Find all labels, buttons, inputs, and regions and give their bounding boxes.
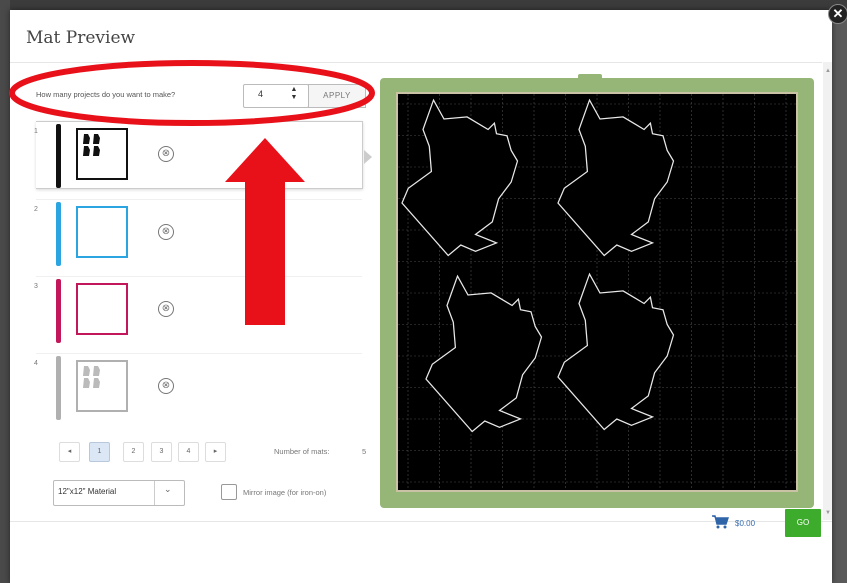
quantity-stepper-icon[interactable]: ▲ ▼ — [288, 86, 300, 104]
mat-row-2[interactable]: 2 ⊗ — [34, 199, 362, 266]
mat-thumbnail[interactable] — [76, 128, 128, 180]
number-of-mats-label: Number of mats: — [274, 447, 330, 456]
mat-row-1[interactable]: 1 ⊗ — [34, 121, 363, 189]
cut-settings-icon[interactable]: ⊗ — [158, 378, 174, 394]
mat-color-swatch — [56, 124, 61, 188]
project-quantity-value[interactable]: 4 — [258, 89, 263, 99]
mat-preview-svg — [398, 94, 796, 490]
mat-thumbnail[interactable] — [76, 360, 128, 412]
fox-cut-shape-3 — [425, 274, 543, 433]
fox-cut-shape-2 — [557, 98, 675, 257]
mat-color-swatch — [56, 279, 61, 343]
cut-settings-icon[interactable]: ⊗ — [158, 224, 174, 240]
header-divider — [10, 62, 822, 63]
mat-row-3[interactable]: 3 ⊗ — [34, 276, 362, 343]
project-quantity-label: How many projects do you want to make? — [36, 90, 176, 99]
mat-row-number: 1 — [34, 128, 38, 135]
material-size-value[interactable]: 12"x12" Material — [58, 487, 116, 496]
mirror-image-label[interactable]: Mirror image (for iron-on) — [243, 488, 326, 497]
apply-button[interactable]: APPLY — [308, 84, 366, 108]
pagination-page-3[interactable]: 3 — [151, 442, 172, 462]
mat-thumbnail[interactable] — [76, 206, 128, 258]
cut-settings-icon[interactable]: ⊗ — [158, 301, 174, 317]
app-top-bar — [0, 0, 847, 10]
cut-settings-icon[interactable]: ⊗ — [158, 146, 174, 162]
cart-price[interactable]: $0.00 — [735, 519, 755, 528]
close-dialog-button[interactable]: ✕ — [828, 4, 847, 24]
selected-row-pointer-icon — [364, 150, 372, 164]
pagination-prev-button[interactable]: ◂ — [59, 442, 80, 462]
mat-color-swatch — [56, 202, 61, 266]
app-left-strip — [0, 0, 10, 583]
number-of-mats-value: 5 — [362, 447, 367, 456]
scrollbar[interactable] — [823, 62, 832, 520]
shopping-cart-icon[interactable] — [711, 515, 731, 529]
mirror-image-checkbox[interactable] — [221, 484, 237, 500]
scroll-down-arrow-icon[interactable]: ▼ — [825, 510, 831, 516]
dialog-title: Mat Preview — [26, 28, 136, 48]
pagination-next-button[interactable]: ▸ — [205, 442, 226, 462]
mat-row-number: 4 — [34, 360, 38, 367]
pagination-page-2[interactable]: 2 — [123, 442, 144, 462]
scroll-up-arrow-icon[interactable]: ▲ — [825, 68, 831, 74]
mat-row-4[interactable]: 4 ⊗ — [34, 353, 362, 420]
close-icon: ✕ — [832, 6, 844, 21]
mat-row-number: 3 — [34, 283, 38, 290]
mat-thumbnail[interactable] — [76, 283, 128, 335]
pagination-page-4[interactable]: 4 — [178, 442, 199, 462]
footer-divider — [10, 521, 832, 522]
mat-color-swatch — [56, 356, 61, 420]
fox-cut-shape-4 — [557, 272, 675, 431]
go-button[interactable]: GO — [785, 509, 821, 537]
chevron-down-icon[interactable]: ⌄ — [164, 484, 172, 495]
mat-row-number: 2 — [34, 206, 38, 213]
fox-cut-shape-1 — [401, 98, 519, 257]
pagination-page-1[interactable]: 1 — [89, 442, 110, 462]
select-divider — [154, 481, 155, 505]
cutting-mat-canvas[interactable] — [396, 92, 798, 492]
